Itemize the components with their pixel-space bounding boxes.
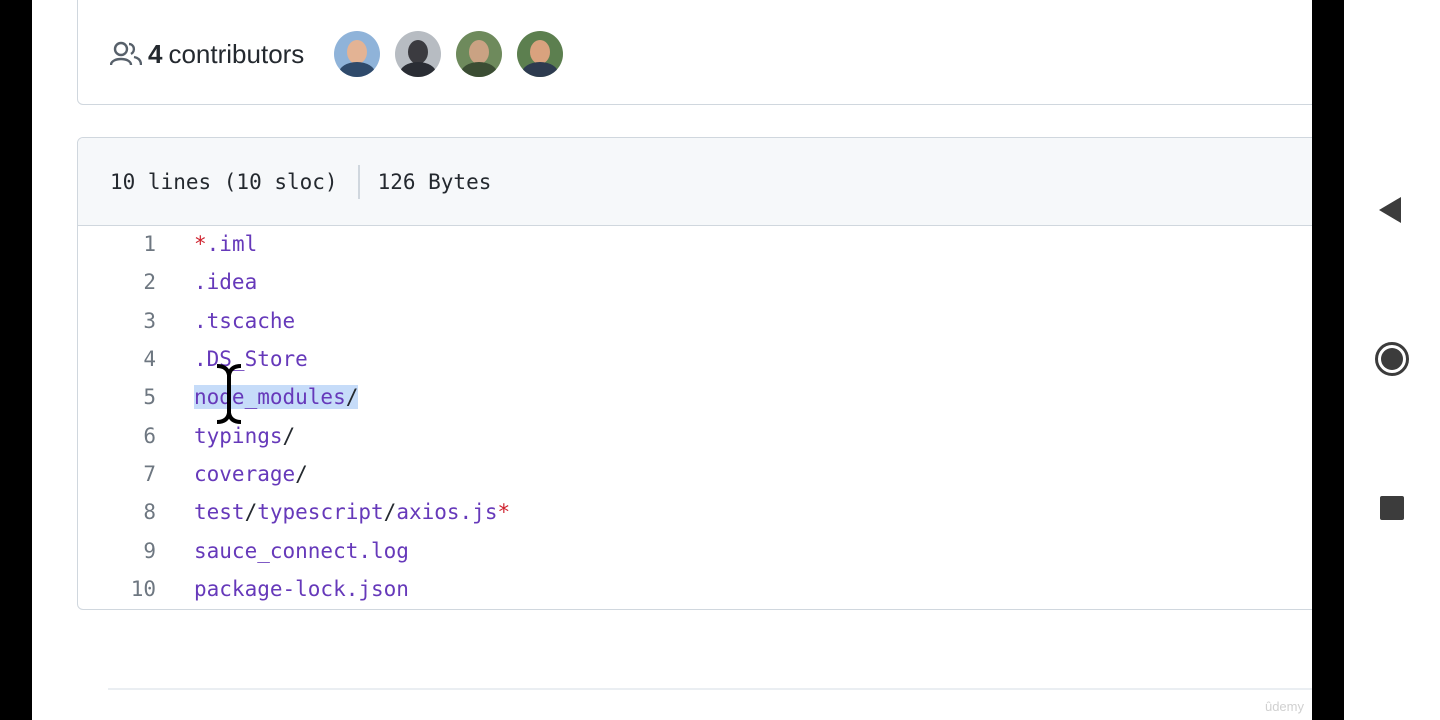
line-number[interactable]: 10 xyxy=(78,577,194,601)
avatar-face xyxy=(408,40,429,64)
code-line[interactable]: 5 node_modules/ xyxy=(78,378,1312,416)
text-cursor-icon xyxy=(216,364,242,424)
avatar[interactable] xyxy=(395,31,442,77)
avatar-list xyxy=(334,31,578,77)
line-number[interactable]: 7 xyxy=(78,462,194,486)
code-text: *.iml xyxy=(194,232,258,257)
avatar[interactable] xyxy=(517,31,564,77)
code-text: package-lock.json xyxy=(194,576,409,601)
footer-divider xyxy=(108,688,1312,690)
line-number[interactable]: 8 xyxy=(78,500,194,524)
avatar-face xyxy=(530,40,551,64)
contributors-box: 4 contributors xyxy=(77,0,1312,105)
avatar-body xyxy=(522,62,559,77)
header-divider xyxy=(357,164,360,199)
contributors-count: 4 xyxy=(148,38,163,69)
line-number[interactable]: 4 xyxy=(78,347,194,371)
code-line[interactable]: 2 .idea xyxy=(78,263,1312,301)
code-text: coverage/ xyxy=(194,461,308,486)
code-text: test/typescript/axios.js* xyxy=(194,500,511,525)
line-number[interactable]: 1 xyxy=(78,232,194,256)
avatar-face xyxy=(347,40,368,64)
code-text: .idea xyxy=(194,270,258,295)
watermark: ûdemy xyxy=(1264,699,1304,714)
contributors-label: contributors xyxy=(168,38,305,69)
code-text: .tscache xyxy=(194,308,296,333)
back-icon[interactable] xyxy=(1374,192,1410,228)
code-line[interactable]: 4 .DS_Store xyxy=(78,340,1312,378)
browser-viewport: 4 contributors 10 lines (10 sloc) 126 By… xyxy=(32,0,1312,720)
people-icon xyxy=(110,41,142,66)
avatar[interactable] xyxy=(456,31,503,77)
file-size: 126 Bytes xyxy=(377,169,492,194)
line-number[interactable]: 9 xyxy=(78,539,194,563)
avatar-body xyxy=(400,62,437,77)
file-info-header: 10 lines (10 sloc) 126 Bytes xyxy=(78,138,1312,226)
avatar-face xyxy=(469,40,490,64)
code-line[interactable]: 7 coverage/ xyxy=(78,455,1312,493)
code-line[interactable]: 10 package-lock.json xyxy=(78,570,1312,608)
recents-icon[interactable] xyxy=(1374,490,1410,526)
file-lines-info: 10 lines (10 sloc) xyxy=(110,169,338,194)
code-view[interactable]: 1 *.iml 2 .idea 3 .tscache 4 .DS_Store 5 node_mod… xyxy=(78,225,1312,608)
code-text: .DS_Store xyxy=(194,347,308,372)
avatar[interactable] xyxy=(334,31,381,77)
line-number[interactable]: 5 xyxy=(78,385,194,409)
home-icon[interactable] xyxy=(1374,341,1410,377)
code-line[interactable]: 8 test/typescript/axios.js* xyxy=(78,493,1312,531)
code-line[interactable]: 6 typings/ xyxy=(78,416,1312,454)
code-line[interactable]: 9 sauce_connect.log xyxy=(78,531,1312,569)
line-number[interactable]: 6 xyxy=(78,424,194,448)
android-nav-bar xyxy=(1344,0,1440,720)
code-line[interactable]: 1 *.iml xyxy=(78,225,1312,263)
contributors-row[interactable]: 4 contributors xyxy=(110,31,578,77)
code-text: typings/ xyxy=(194,423,296,448)
avatar-body xyxy=(339,62,376,77)
code-text: sauce_connect.log xyxy=(194,538,409,563)
avatar-body xyxy=(461,62,498,77)
line-number[interactable]: 2 xyxy=(78,270,194,294)
file-box: 10 lines (10 sloc) 126 Bytes 1 *.iml 2 .ide… xyxy=(77,137,1312,610)
code-line[interactable]: 3 .tscache xyxy=(78,302,1312,340)
line-number[interactable]: 3 xyxy=(78,309,194,333)
